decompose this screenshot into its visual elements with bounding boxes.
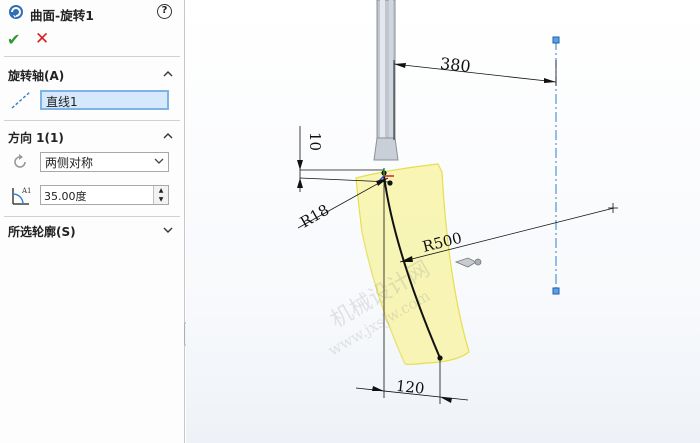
divider [4,216,180,217]
sketch-point[interactable] [387,180,393,186]
reverse-direction-icon[interactable] [10,152,30,172]
ok-button[interactable]: ✔ [7,30,20,49]
chevron-down-icon [154,158,164,164]
model-canvas[interactable]: 380 10 R18 R500 120 机械设计网 www.jxsjw.com [186,0,700,443]
dimension-120-text: 120 [395,377,425,398]
rotation-axis-field[interactable]: 直线1 [40,90,169,110]
collapse-chevron-icon[interactable] [163,131,173,141]
rotate-handle-icon[interactable] [454,257,482,268]
contours-section-title[interactable]: 所选轮廓(S) [8,223,76,240]
angle-input[interactable]: 35.00度 ▲ ▼ [40,185,169,205]
collapse-chevron-icon[interactable] [163,69,173,79]
spin-up-icon[interactable]: ▲ [154,186,168,195]
direction-type-value: 两侧对称 [45,156,94,170]
divider [4,120,180,121]
dimension-380-text: 380 [439,54,471,76]
spin-down-icon[interactable]: ▼ [154,195,168,204]
angle-spinner[interactable]: ▲ ▼ [153,186,168,204]
revolve-surface-icon [9,5,23,19]
direction-section-title[interactable]: 方向 1(1) [8,129,64,146]
help-icon[interactable]: ? [157,4,172,19]
sketch-point[interactable] [437,355,443,361]
panel-title: 曲面-旋转1 [30,8,94,23]
panel-titlebar: 曲面-旋转1 ? [0,0,185,26]
axis-line-icon [11,91,31,109]
angle-icon: A1 [12,187,32,205]
divider [4,56,180,57]
angle-value: 35.00度 [44,190,87,203]
dimension-380[interactable]: 380 [393,54,557,140]
graphics-viewport[interactable]: 380 10 R18 R500 120 机械设计网 www.jxsjw.com [186,0,700,443]
property-manager-panel: 曲面-旋转1 ? ✔ ✕ 旋转轴(A) 直线1 方向 1(1) 两侧对称 A1 … [0,0,185,443]
axis-section-title[interactable]: 旋转轴(A) [8,67,64,84]
direction-type-select[interactable]: 两侧对称 [40,152,169,172]
cancel-button[interactable]: ✕ [35,29,49,49]
angle-icon-label: A1 [21,187,32,195]
expand-chevron-icon[interactable] [163,225,173,235]
dimension-r18-text: R18 [297,201,332,232]
dimension-10-text: 10 [306,132,324,151]
